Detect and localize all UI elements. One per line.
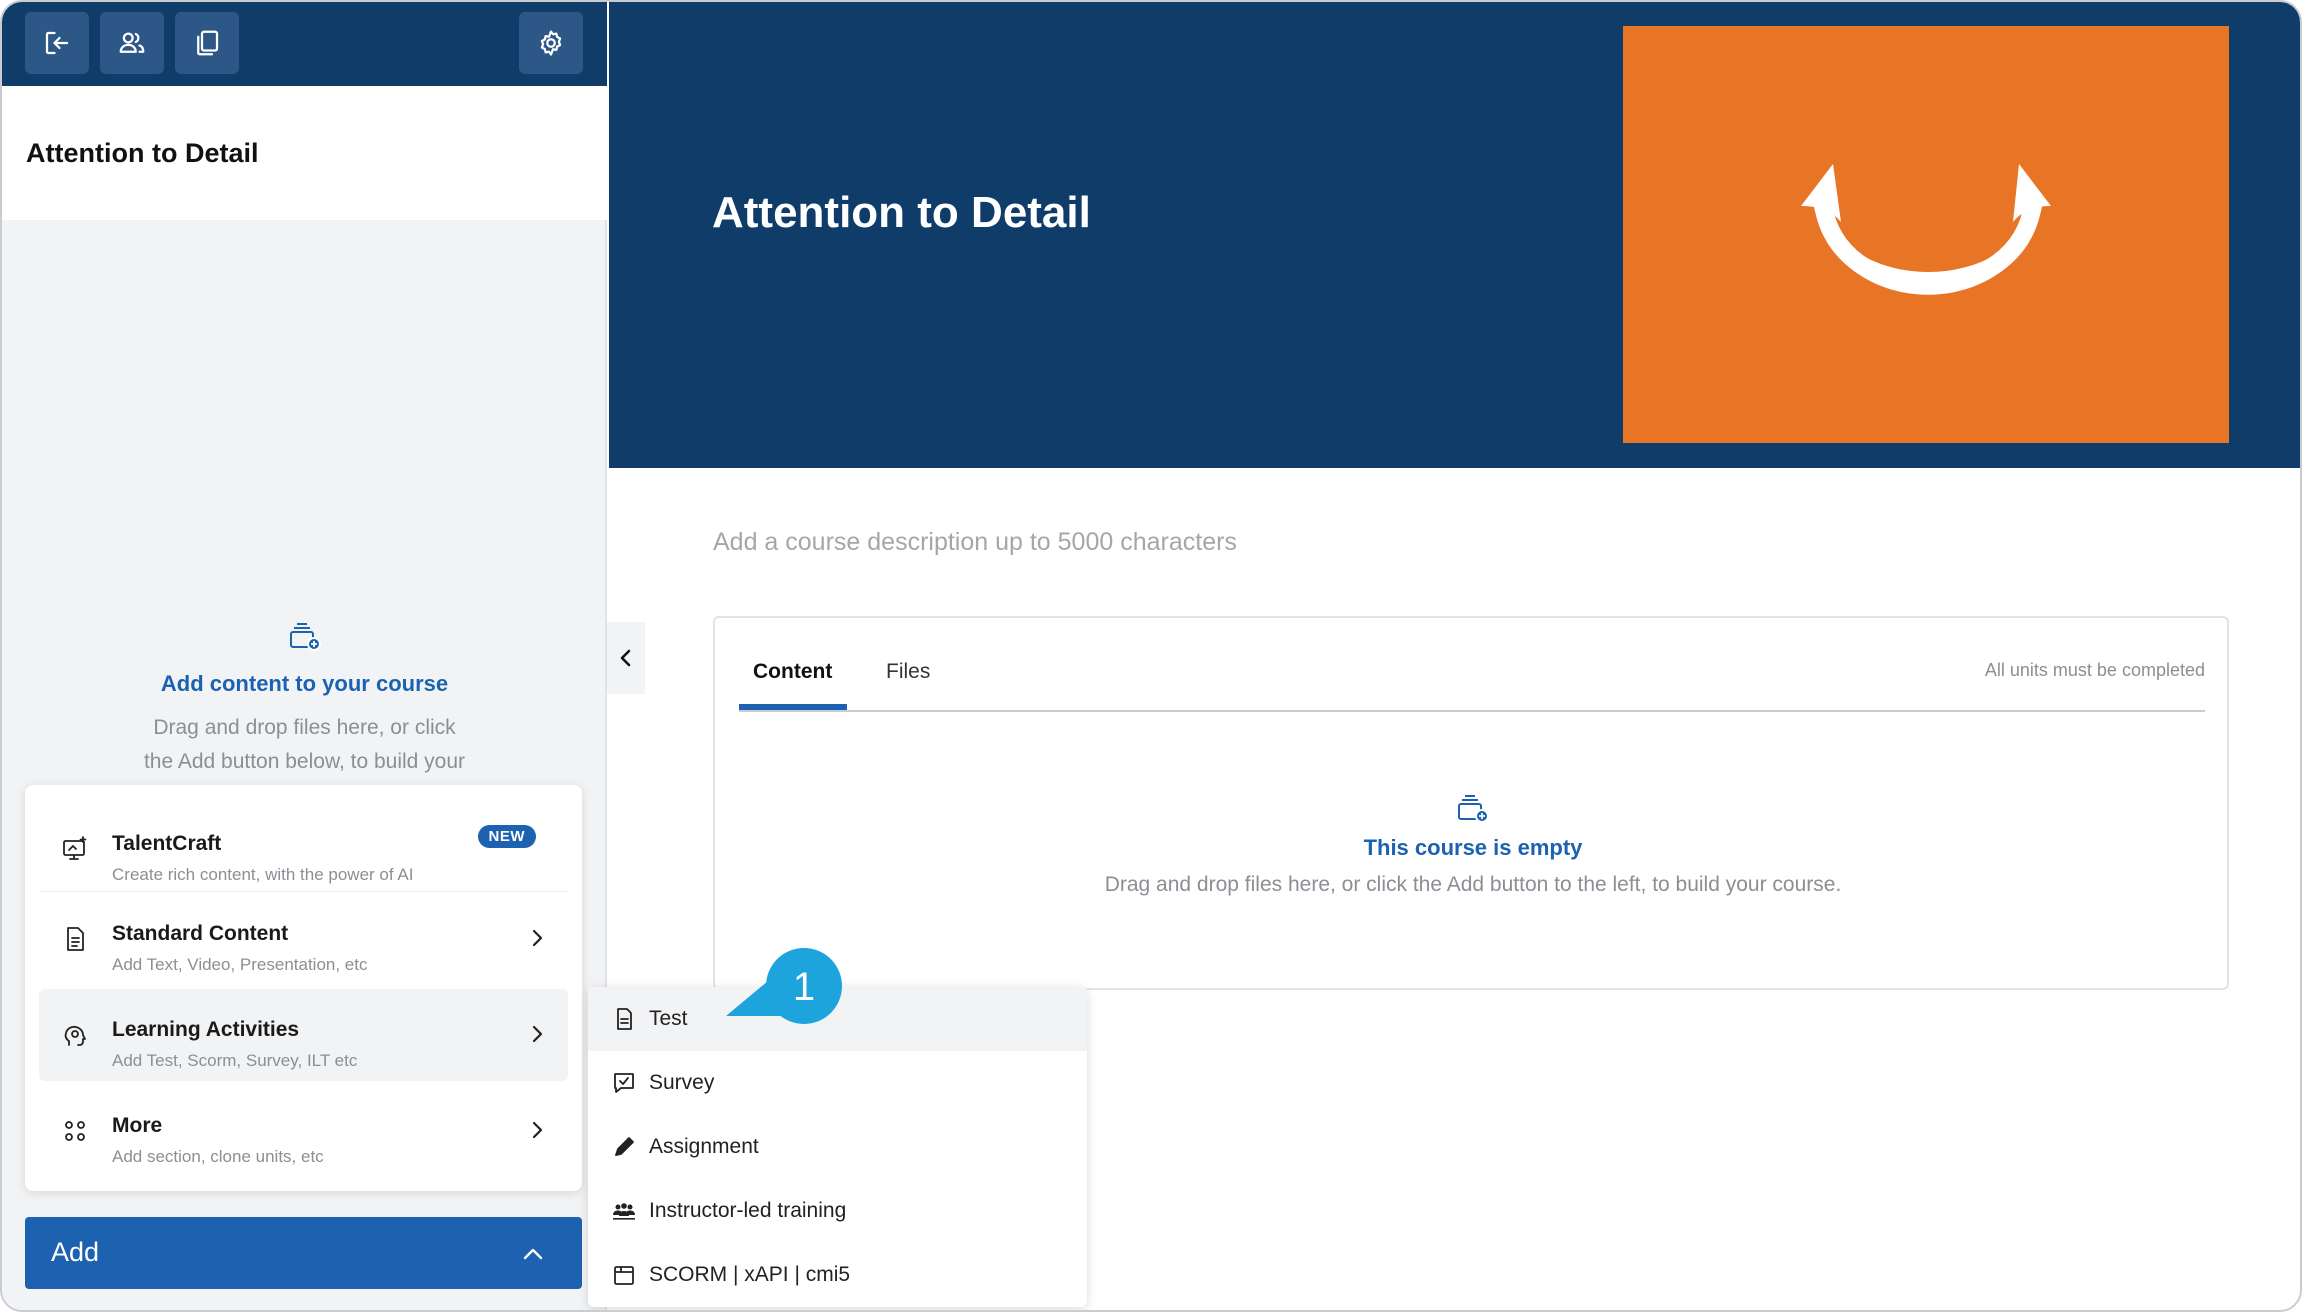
gear-icon xyxy=(540,30,562,56)
sidebar-empty-state: Add content to your course Drag and drop… xyxy=(2,622,607,779)
course-cover-image[interactable] xyxy=(1623,26,2229,443)
settings-button[interactable] xyxy=(519,12,583,74)
add-content-icon xyxy=(1458,795,1489,823)
course-hero: Attention to Detail xyxy=(609,2,2300,468)
submenu-item-survey[interactable]: Survey xyxy=(588,1051,1087,1115)
course-empty-heading: This course is empty xyxy=(1363,835,1583,860)
collapse-sidebar-button[interactable] xyxy=(607,622,645,694)
document-icon xyxy=(67,927,84,951)
course-empty-text: Drag and drop files here, or click the A… xyxy=(1104,873,1842,896)
tab-files[interactable]: Files xyxy=(886,660,930,684)
chevron-left-icon xyxy=(620,649,631,667)
menu-item-desc: Add section, clone units, etc xyxy=(112,1147,324,1166)
step-callout-number: 1 xyxy=(793,965,815,1009)
copy-icon xyxy=(197,30,219,56)
sidebar-empty-line1: Drag and drop files here, or click xyxy=(153,716,456,739)
test-document-icon xyxy=(617,1008,632,1030)
submenu-item-assignment[interactable]: Assignment xyxy=(588,1115,1087,1179)
completion-rule[interactable]: All units must be completed xyxy=(1985,660,2205,681)
exit-icon xyxy=(45,31,69,55)
sidebar-toolbar xyxy=(2,2,607,86)
users-button[interactable] xyxy=(100,12,164,74)
active-tab-indicator xyxy=(739,704,847,710)
menu-divider xyxy=(39,891,568,892)
survey-check-icon xyxy=(614,1073,634,1093)
sidebar-empty-heading: Add content to your course xyxy=(160,671,449,696)
submenu-item-label: Instructor-led training xyxy=(649,1199,847,1222)
app-window: Attention to Detail Add content to your … xyxy=(0,0,2302,1312)
grid-dots-icon xyxy=(65,1121,85,1141)
package-icon xyxy=(614,1266,634,1285)
menu-item-talentcraft[interactable]: TalentCraft Create rich content, with th… xyxy=(39,803,568,895)
activity-head-icon xyxy=(64,1025,86,1046)
course-content-card: Content Files All units must be complete… xyxy=(713,616,2229,990)
smile-arrow-graphic xyxy=(1801,164,2051,295)
users-icon xyxy=(119,32,145,53)
menu-item-title: More xyxy=(112,1114,163,1137)
submenu-item-ilt[interactable]: Instructor-led training xyxy=(588,1179,1087,1243)
menu-item-title: TalentCraft xyxy=(112,832,222,855)
content-tabs: Content Files All units must be complete… xyxy=(739,618,2205,712)
menu-item-title: Standard Content xyxy=(112,922,289,945)
submenu-item-label: Test xyxy=(649,1007,688,1030)
chevron-right-icon xyxy=(532,1121,543,1139)
add-button[interactable]: Add xyxy=(25,1217,582,1289)
course-empty-state: This course is empty Drag and drop files… xyxy=(715,794,2231,897)
menu-item-desc: Add Text, Video, Presentation, etc xyxy=(112,955,368,974)
menu-item-desc: Create rich content, with the power of A… xyxy=(112,865,414,884)
menu-item-learning-activities[interactable]: Learning Activities Add Test, Scorm, Sur… xyxy=(39,989,568,1081)
submenu-item-scorm[interactable]: SCORM | xAPI | cmi5 xyxy=(588,1243,1087,1307)
menu-item-title: Learning Activities xyxy=(112,1018,300,1041)
course-title: Attention to Detail xyxy=(712,188,1091,237)
sidebar-empty-line2: the Add button below, to build your xyxy=(143,750,466,773)
pencil-icon xyxy=(615,1137,634,1156)
menu-item-standard-content[interactable]: Standard Content Add Text, Video, Presen… xyxy=(39,893,568,985)
exit-button[interactable] xyxy=(25,12,89,74)
menu-item-more[interactable]: More Add section, clone units, etc xyxy=(39,1085,568,1177)
new-badge: NEW xyxy=(477,825,536,848)
add-button-label: Add xyxy=(51,1237,100,1267)
copy-button[interactable] xyxy=(175,12,239,74)
step-callout: 1 xyxy=(726,948,842,1024)
sidebar-course-header: Attention to Detail xyxy=(2,86,607,220)
submenu-item-label: SCORM | xAPI | cmi5 xyxy=(649,1263,851,1286)
submenu-item-label: Survey xyxy=(649,1071,715,1094)
chevron-right-icon xyxy=(532,1025,543,1043)
add-content-menu: TalentCraft Create rich content, with th… xyxy=(25,785,582,1191)
course-sidebar: Attention to Detail Add content to your … xyxy=(2,2,607,1310)
ai-screen-icon xyxy=(63,836,87,860)
menu-item-desc: Add Test, Scorm, Survey, ILT etc xyxy=(112,1051,358,1070)
sidebar-course-title: Attention to Detail xyxy=(26,138,259,168)
add-content-icon xyxy=(289,623,321,651)
submenu-item-label: Assignment xyxy=(649,1135,759,1158)
tab-content[interactable]: Content xyxy=(753,660,832,684)
chevron-up-icon xyxy=(523,1248,543,1260)
chevron-right-icon xyxy=(532,929,543,947)
group-icon xyxy=(613,1203,635,1220)
learning-activities-submenu: Test Survey Assignment Instructor-led tr… xyxy=(588,987,1087,1307)
course-description-input[interactable]: Add a course description up to 5000 char… xyxy=(713,528,1237,557)
